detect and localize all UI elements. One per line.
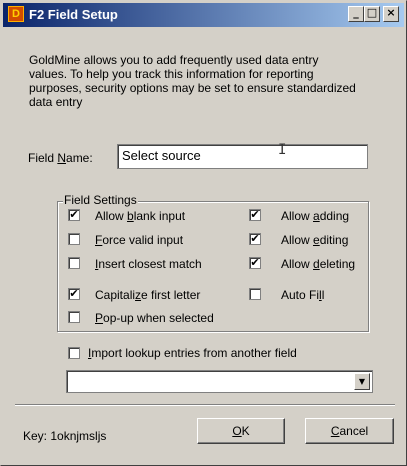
force-valid-input-label[interactable]: Force valid input	[95, 233, 183, 247]
force-valid-input-checkbox[interactable]	[68, 233, 80, 245]
source-field-dropdown[interactable]: ▼	[66, 370, 373, 393]
allow-blank-input-checkbox[interactable]: ✔	[68, 209, 80, 221]
maximize-button[interactable]: □	[364, 6, 380, 22]
auto-fill-checkbox[interactable]	[249, 288, 261, 300]
f2-field-setup-window: D F2 Field Setup _ □ × GoldMine allows y…	[0, 0, 407, 466]
field-name-label: Field Name:	[28, 151, 93, 165]
allow-deleting-checkbox[interactable]: ✔	[249, 257, 261, 269]
allow-deleting-label[interactable]: Allow deleting	[281, 257, 355, 271]
ok-button[interactable]: OK	[197, 418, 285, 444]
capitalize-first-letter-checkbox[interactable]: ✔	[68, 288, 80, 300]
cancel-button[interactable]: Cancel	[305, 418, 394, 444]
auto-fill-label[interactable]: Auto Fill	[281, 288, 324, 302]
footer-separator	[15, 404, 395, 406]
insert-closest-match-label[interactable]: Insert closest match	[95, 257, 202, 271]
popup-when-selected-checkbox[interactable]	[68, 311, 80, 323]
allow-adding-label[interactable]: Allow adding	[281, 209, 349, 223]
import-lookup-checkbox[interactable]	[68, 347, 80, 359]
import-lookup-label[interactable]: Import lookup entries from another field	[88, 346, 297, 360]
insert-closest-match-checkbox[interactable]	[68, 257, 80, 269]
allow-adding-checkbox[interactable]: ✔	[249, 209, 261, 221]
key-label: Key: 1oknjmsljs	[23, 429, 107, 443]
field-settings-title: Field Settings	[63, 193, 138, 207]
minimize-icon: _	[353, 6, 359, 19]
title-bar[interactable]: D F2 Field Setup _ □ ×	[3, 3, 404, 27]
popup-when-selected-label[interactable]: Pop-up when selected	[95, 311, 214, 325]
close-icon: ×	[386, 6, 396, 19]
description-text: GoldMine allows you to add frequently us…	[29, 53, 356, 109]
allow-editing-checkbox[interactable]: ✔	[249, 233, 261, 245]
allow-blank-input-label[interactable]: Allow blank input	[95, 209, 185, 223]
maximize-icon: □	[366, 6, 378, 19]
text-cursor-icon: I	[278, 142, 287, 158]
allow-editing-label[interactable]: Allow editing	[281, 233, 348, 247]
goldmine-icon: D	[8, 6, 24, 22]
window-title: F2 Field Setup	[29, 7, 118, 22]
dropdown-arrow-icon[interactable]: ▼	[354, 373, 370, 390]
minimize-button[interactable]: _	[348, 6, 364, 22]
field-name-input[interactable]: Select source	[117, 144, 368, 169]
capitalize-first-letter-label[interactable]: Capitalize first letter	[95, 288, 200, 302]
close-button[interactable]: ×	[383, 6, 399, 22]
